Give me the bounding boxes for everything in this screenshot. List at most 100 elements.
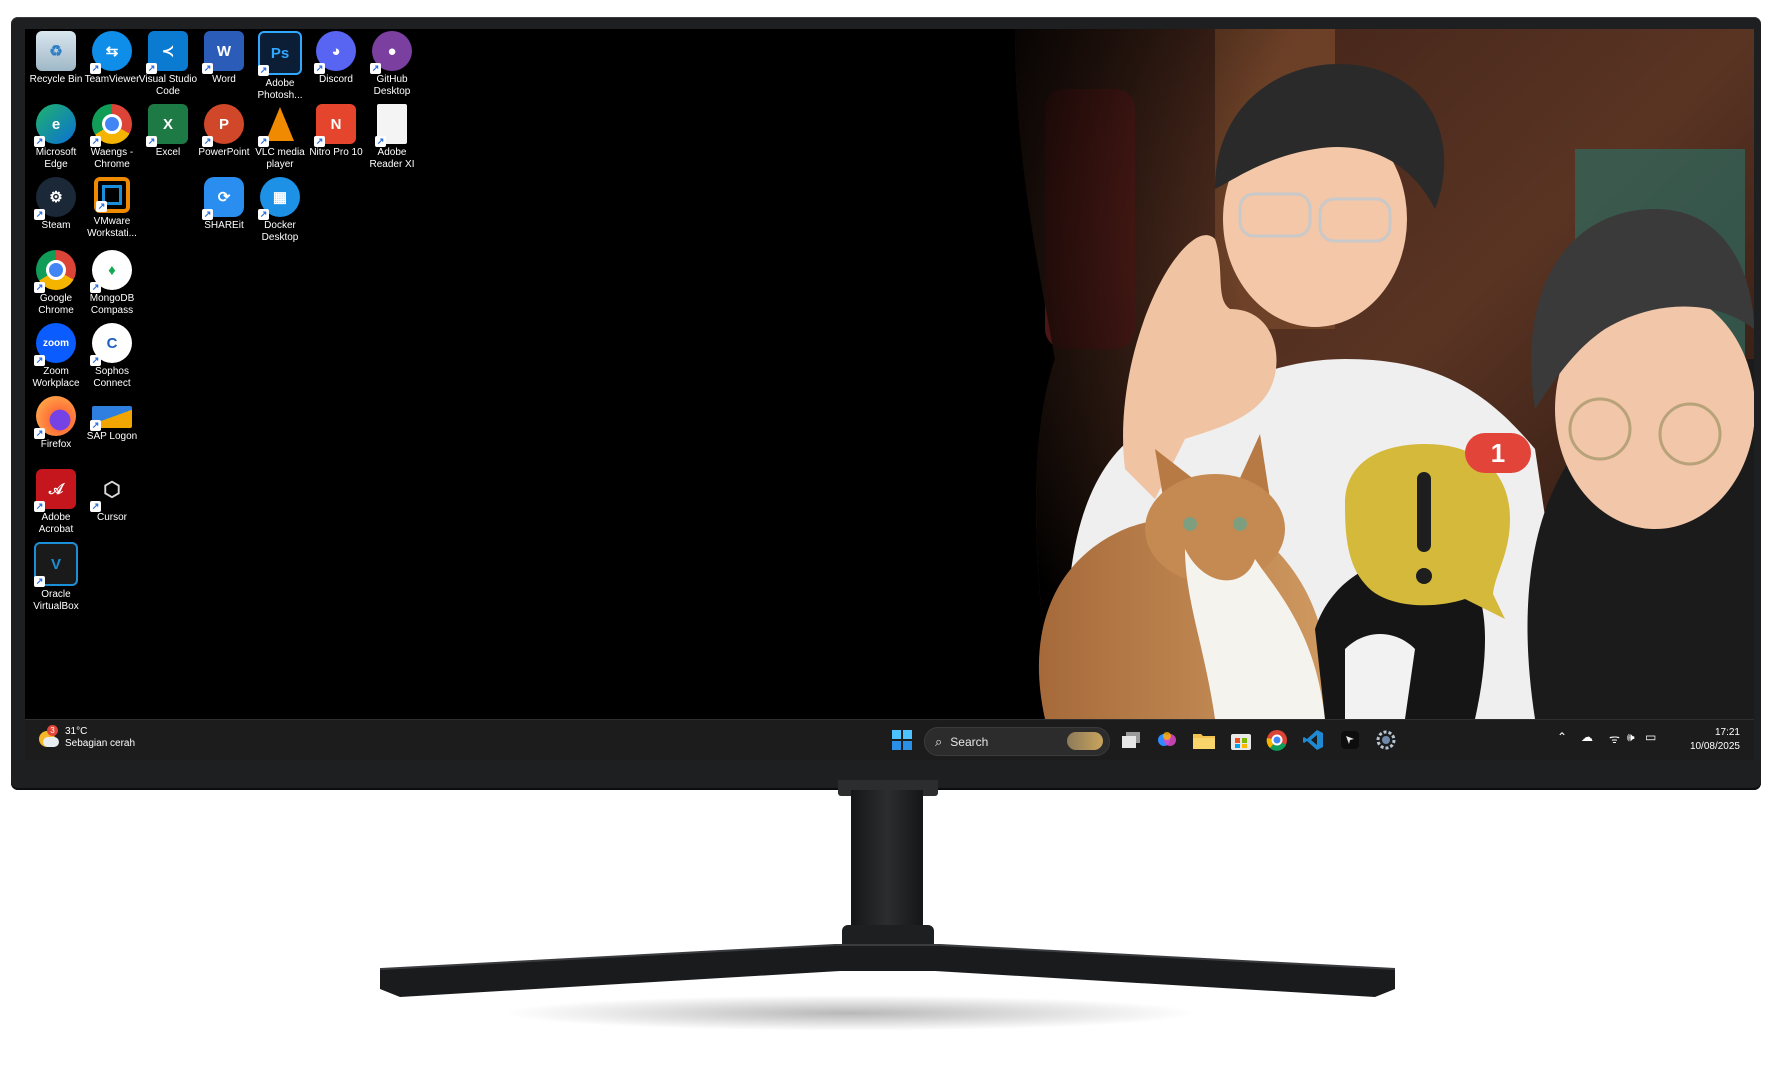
desktop-icon-zoom[interactable]: zoom ↗ Zoom Workplace (25, 323, 87, 390)
vmware-icon: ↗ (94, 177, 130, 213)
desktop-icon-word[interactable]: W ↗ Word (193, 31, 255, 86)
search-icon: ⌕ (935, 733, 943, 749)
onedrive-cloud-icon[interactable]: ☁ (1581, 730, 1593, 744)
system-clock[interactable]: 17:21 10/08/2025 (1690, 726, 1740, 754)
taskbar-task-view[interactable] (1119, 728, 1143, 752)
desktop-icon-teamviewer[interactable]: ⇆ ↗ TeamViewer (81, 31, 143, 86)
desktop-icon-chrome-profile[interactable]: ↗ Waengs - Chrome (81, 104, 143, 171)
desktop-icon-vlc[interactable]: ↗ VLC media player (249, 104, 311, 171)
desktop-icon-sophos[interactable]: C ↗ Sophos Connect (81, 323, 143, 390)
taskbar: 3 31°C Sebagian cerah ⌕ Search ⌃ ☁ ᯤ 🕪 ▭… (25, 719, 1754, 760)
recycle-bin-icon: ♻ (36, 31, 76, 71)
desktop-icon-label: MongoDB Compass (89, 293, 135, 316)
desktop-icon-edge[interactable]: e ↗ Microsoft Edge (25, 104, 87, 171)
notification-badge: 1 (1465, 433, 1531, 473)
excel-icon: X ↗ (146, 104, 188, 147)
desktop-icon-chrome[interactable]: ↗ Google Chrome (25, 250, 87, 317)
mongodb-icon: ♦ ↗ (90, 250, 132, 293)
desktop-icon-excel[interactable]: X ↗ Excel (137, 104, 199, 159)
taskbar-copilot[interactable] (1155, 728, 1179, 752)
desktop-icon-label: Sophos Connect (93, 366, 131, 389)
battery-icon[interactable]: ▭ (1645, 730, 1656, 744)
vscode-icon (1303, 730, 1323, 750)
photoshop-icon: Ps ↗ (258, 31, 302, 76)
desktop-icon-shareit[interactable]: ⟳ ↗ SHAREit (193, 177, 255, 232)
adobe-reader-icon: ↗ (375, 104, 407, 147)
desktop-icon-label: Docker Desktop (261, 220, 299, 243)
desktop-icon-virtualbox[interactable]: V ↗ Oracle VirtualBox (25, 542, 87, 613)
desktop-icon-label: Discord (319, 74, 353, 85)
acrobat-icon: 𝒜 ↗ (34, 469, 76, 512)
sap-icon: ↗ (90, 406, 132, 431)
desktop-icon-vscode[interactable]: ≺ ↗ Visual Studio Code (137, 31, 199, 98)
search-box[interactable]: ⌕ Search (924, 727, 1110, 756)
weather-sun-icon: 3 (37, 725, 59, 749)
virtualbox-icon: V ↗ (34, 542, 78, 587)
desktop-icon-vmware[interactable]: ↗ VMware Workstati... (81, 177, 143, 240)
desktop-icon-steam[interactable]: ⚙ ↗ Steam (25, 177, 87, 232)
desktop-icon-recycle-bin[interactable]: ♻ Recycle Bin (25, 31, 87, 86)
discord-icon: ◕ ↗ (314, 31, 356, 74)
desktop-icon-cursor[interactable]: ⬡ ↗ Cursor (81, 469, 143, 524)
desktop-icon-powerpoint[interactable]: P ↗ PowerPoint (193, 104, 255, 159)
nitro-icon: N ↗ (314, 104, 356, 147)
start-icon (892, 730, 912, 750)
desktop-icon-label: Waengs - Chrome (90, 147, 134, 170)
taskbar-cursor[interactable] (1338, 728, 1362, 752)
clock-time: 17:21 (1714, 727, 1740, 738)
settings-icon (1376, 730, 1396, 750)
desktop-icon-label: SHAREit (204, 220, 244, 231)
powerpoint-icon: P ↗ (202, 104, 244, 147)
desktop-icon-label: Microsoft Edge (35, 147, 77, 170)
start-button[interactable] (890, 728, 914, 752)
desktop-icon-docker[interactable]: ▦ ↗ Docker Desktop (249, 177, 311, 244)
search-placeholder: Search (950, 734, 989, 749)
desktop-icon-firefox[interactable]: ↗ Firefox (25, 396, 87, 451)
chrome-icon (1266, 730, 1287, 751)
volume-icon[interactable]: 🕪 (1627, 730, 1635, 745)
vlc-icon: ↗ (258, 104, 300, 147)
show-hidden-icons-chevron-icon[interactable]: ⌃ (1557, 730, 1567, 744)
teamviewer-icon: ⇆ ↗ (90, 31, 132, 74)
docker-icon: ▦ ↗ (258, 177, 300, 220)
github-icon: ● ↗ (370, 31, 412, 74)
shareit-icon: ⟳ ↗ (202, 177, 244, 220)
desktop-screen: 1 ♻ Recycle Bin ⇆ ↗ TeamViewer ≺ ↗ Visual … (25, 29, 1754, 760)
desktop-icon-label: VLC media player (255, 147, 305, 170)
weather-widget[interactable]: 3 31°C Sebagian cerah (37, 725, 135, 750)
taskbar-settings[interactable] (1374, 728, 1398, 752)
wifi-icon[interactable]: ᯤ (1609, 730, 1620, 747)
sophos-icon: C ↗ (90, 323, 132, 366)
desktop-icon-label: Oracle VirtualBox (33, 589, 79, 612)
desktop-icon-adobe-reader[interactable]: ↗ Adobe Reader XI (361, 104, 423, 171)
desktop-icon-label: Visual Studio Code (138, 74, 198, 97)
taskbar-microsoft-store[interactable] (1229, 728, 1253, 752)
desktop-icon-label: GitHub Desktop (373, 74, 411, 97)
chrome-profile-icon: ↗ (90, 104, 132, 147)
desktop-icon-discord[interactable]: ◕ ↗ Discord (305, 31, 367, 86)
copilot-icon (1158, 732, 1176, 746)
taskbar-chrome[interactable] (1265, 728, 1289, 752)
microsoft-store-icon (1231, 734, 1251, 750)
desktop-icon-label: Nitro Pro 10 (309, 147, 363, 158)
desktop-icon-acrobat[interactable]: 𝒜 ↗ Adobe Acrobat (25, 469, 87, 536)
desktop-icon-label: Adobe Reader XI (369, 147, 415, 170)
chrome-icon: ↗ (34, 250, 76, 293)
desktop-icon-github[interactable]: ● ↗ GitHub Desktop (361, 31, 423, 98)
desktop-icon-label: Adobe Acrobat (38, 512, 74, 535)
desktop-icon-label: TeamViewer (84, 74, 140, 85)
desktop-icon-sap[interactable]: ↗ SAP Logon (81, 396, 143, 443)
vscode-icon: ≺ ↗ (146, 31, 188, 74)
desktop-icon-nitro[interactable]: N ↗ Nitro Pro 10 (305, 104, 367, 159)
desktop-icon-label: PowerPoint (198, 147, 250, 158)
search-highlight-icon (1067, 732, 1103, 750)
desktop-icon-mongodb[interactable]: ♦ ↗ MongoDB Compass (81, 250, 143, 317)
firefox-icon: ↗ (34, 396, 76, 439)
word-icon: W ↗ (202, 31, 244, 74)
monitor-stand-base (379, 944, 1396, 997)
desktop-icon-label: Adobe Photosh... (257, 78, 303, 101)
taskbar-file-explorer[interactable] (1192, 728, 1216, 752)
taskbar-vscode[interactable] (1301, 728, 1325, 752)
zoom-icon: zoom ↗ (34, 323, 76, 366)
desktop-icon-photoshop[interactable]: Ps ↗ Adobe Photosh... (249, 31, 311, 102)
